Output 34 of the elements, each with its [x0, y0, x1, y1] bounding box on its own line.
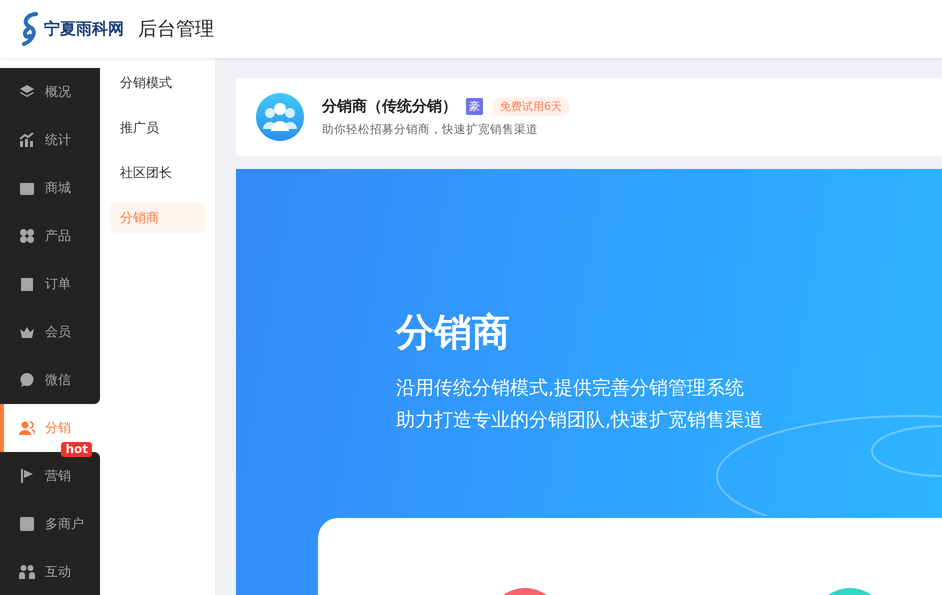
menu-icon [19, 420, 35, 436]
menu-icon [19, 468, 35, 484]
sidebar-item[interactable]: 订单 [0, 260, 100, 308]
sidebar-item[interactable]: 多商户 [0, 500, 100, 548]
menu-icon [19, 372, 35, 388]
menu-icon [19, 180, 35, 196]
banner-text: 助力打造专业的分销团队,快速扩宽销售渠道 [396, 408, 764, 433]
sidebar-item[interactable]: 会员 [0, 308, 100, 356]
menu-icon [19, 564, 35, 580]
sidebar-item[interactable]: 概况 [0, 68, 100, 116]
submenu-item[interactable]: 分销模式 [110, 68, 205, 98]
banner-text: 沿用传统分销模式,提供完善分销管理系统 [396, 376, 746, 401]
sidebar-item[interactable]: 微信 [0, 356, 100, 404]
plugin-title: 分销商（传统分销） [322, 97, 457, 116]
menu-icon [19, 276, 35, 292]
menu-icon [19, 84, 35, 100]
tier-tag: 豪 [466, 98, 483, 115]
banner-heading: 分销商 [396, 309, 511, 356]
sidebar-item[interactable]: 商城 [0, 164, 100, 212]
menu-icon [19, 132, 35, 148]
sidebar-item[interactable]: 互动 [0, 548, 100, 595]
sidebar-item[interactable]: 产品 [0, 212, 100, 260]
logo-text: 宁夏雨科网 [44, 19, 124, 40]
submenu-item[interactable]: 推广员 [110, 113, 205, 143]
menu-icon [19, 228, 35, 244]
plugin-description: 助你轻松招募分销商，快速扩宽销售渠道 [322, 122, 539, 137]
sidebar-item[interactable]: 统计 [0, 116, 100, 164]
group-icon [256, 93, 304, 141]
app-title: 后台管理 [138, 17, 214, 42]
menu-icon [19, 516, 35, 532]
submenu-item[interactable]: 社区团长 [110, 158, 205, 188]
hot-badge: hot [61, 442, 92, 457]
trial-badge: 免费试用6天 [492, 97, 570, 116]
sidebar-item[interactable]: 营销 [0, 452, 100, 500]
